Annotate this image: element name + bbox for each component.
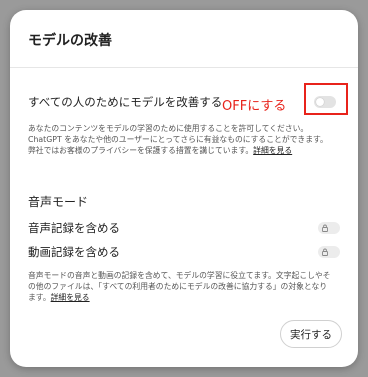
improve-learn-more-link[interactable]: 詳細を見る (253, 146, 292, 155)
annotation-label: OFFにする (222, 99, 287, 114)
annotation-highlight-box (304, 83, 348, 115)
include-audio-label: 音声記録を含める (28, 221, 120, 235)
include-video-label: 動画記録を含める (28, 245, 120, 259)
lock-icon (322, 224, 328, 232)
voice-learn-more-link[interactable]: 詳細を見る (51, 293, 90, 302)
include-audio-toggle[interactable] (318, 222, 340, 234)
voice-description: 音声モードの音声と動画の記録を含めて、モデルの学習に役立てます。文字起こしやその… (28, 270, 332, 303)
title-divider (10, 67, 358, 68)
improve-for-all-label: すべての人のためにモデルを改善する (28, 95, 223, 109)
improve-for-all-row: すべての人のためにモデルを改善する (28, 94, 340, 110)
lock-icon (322, 248, 328, 256)
include-video-row: 動画記録を含める (28, 244, 340, 260)
include-video-toggle[interactable] (318, 246, 340, 258)
include-audio-row: 音声記録を含める (28, 220, 340, 236)
run-button[interactable]: 実行する (280, 320, 342, 348)
model-improvement-dialog: モデルの改善 すべての人のためにモデルを改善する あなたのコンテンツをモデルの学… (10, 10, 358, 367)
voice-mode-section-title: 音声モード (28, 195, 89, 209)
dialog-title: モデルの改善 (28, 33, 112, 49)
improve-description: あなたのコンテンツをモデルの学習のために使用することを許可してください。Chat… (28, 123, 332, 156)
